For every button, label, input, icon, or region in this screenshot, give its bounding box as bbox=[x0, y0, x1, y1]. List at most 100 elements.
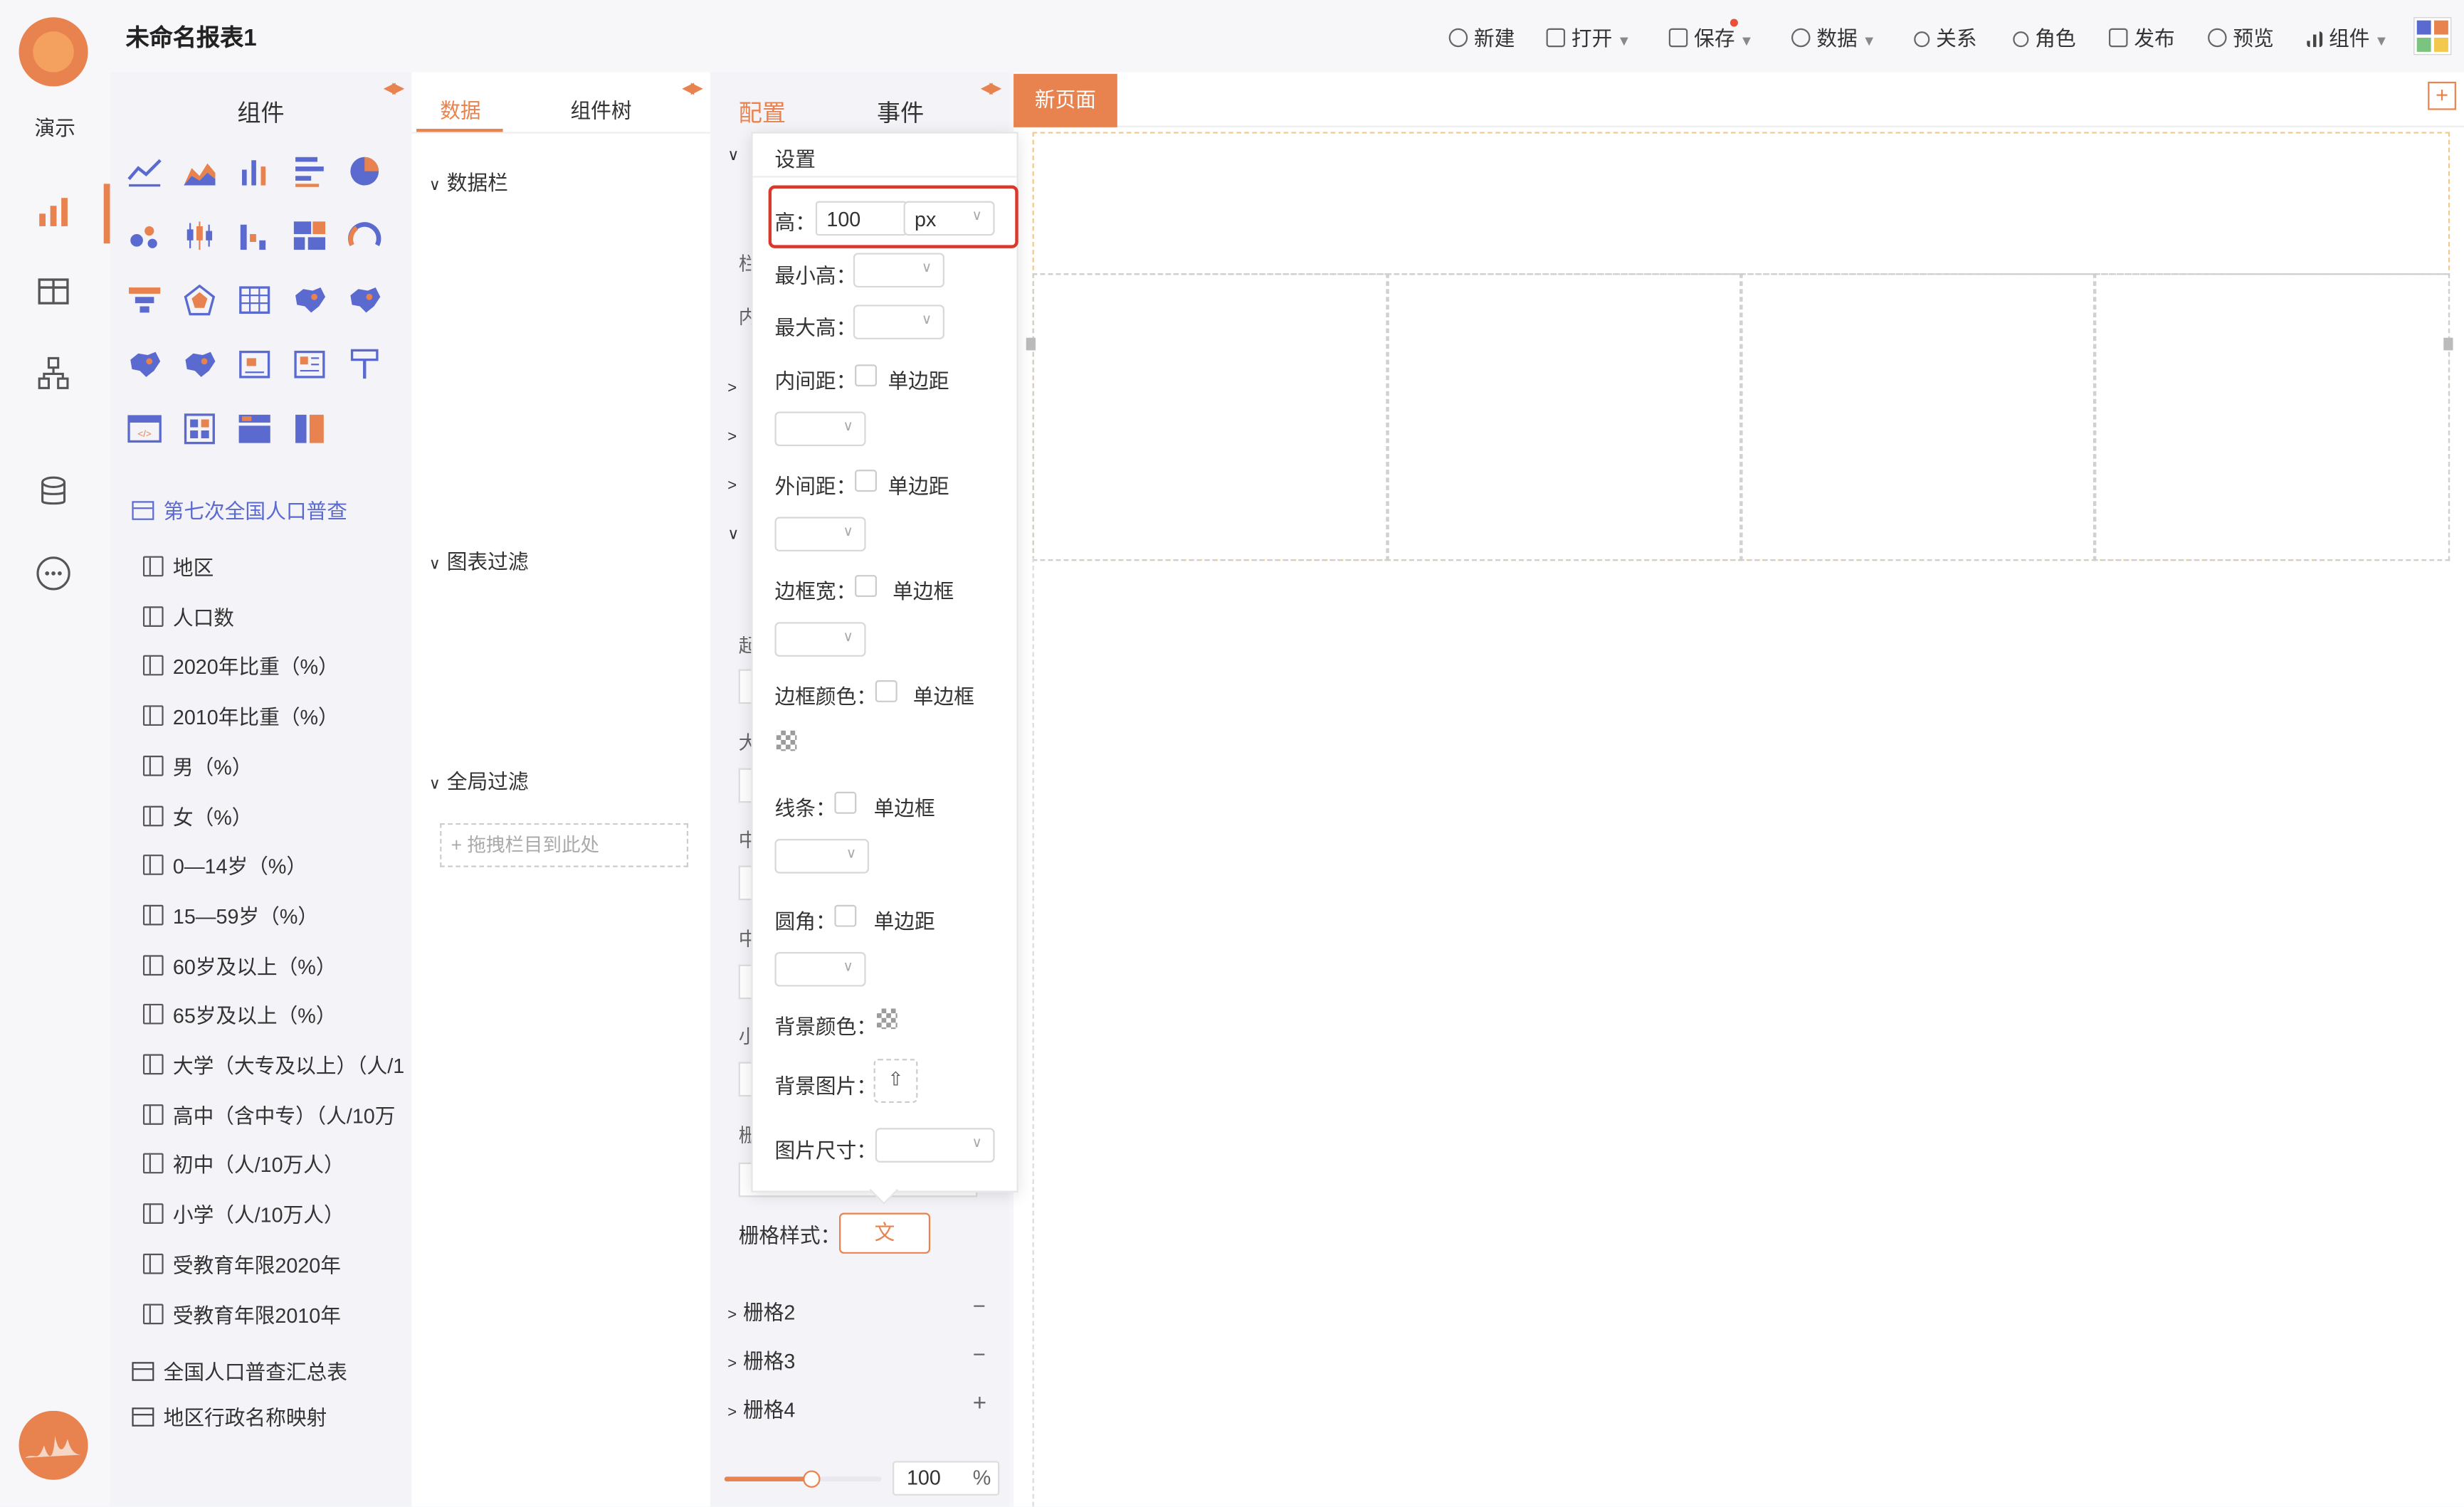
table-summary[interactable]: 全国人口普查汇总表 bbox=[132, 1355, 347, 1385]
field-item[interactable]: 2010年比重（%） bbox=[142, 701, 412, 731]
scatter-chart-icon[interactable] bbox=[127, 218, 162, 253]
tab-config[interactable]: 配置 bbox=[739, 96, 786, 129]
margin-single-checkbox[interactable] bbox=[855, 470, 878, 492]
new-button[interactable]: 新建 bbox=[1448, 22, 1515, 52]
bar-chart-icon[interactable] bbox=[237, 154, 272, 189]
border-width-single-checkbox[interactable] bbox=[855, 575, 878, 598]
relation-nav-icon[interactable] bbox=[38, 356, 69, 391]
remove-grid-3-button[interactable]: − bbox=[973, 1342, 986, 1367]
image-size-select[interactable]: ∨ bbox=[875, 1128, 995, 1163]
page-tab[interactable]: 新页面 bbox=[1013, 73, 1117, 127]
field-item[interactable]: 高中（含中专）（人/10万 bbox=[142, 1099, 412, 1129]
zoom-input[interactable]: 100 % bbox=[893, 1461, 1000, 1496]
field-item[interactable]: 男（%） bbox=[142, 751, 412, 781]
field-item[interactable]: 60岁及以上（%） bbox=[142, 950, 412, 980]
grid-layout-icon[interactable] bbox=[182, 411, 217, 446]
remove-grid-2-button[interactable]: − bbox=[973, 1293, 986, 1318]
report-title[interactable]: 未命名报表1 bbox=[126, 21, 257, 53]
area-chart-icon[interactable] bbox=[182, 154, 217, 189]
open-button[interactable]: 打开 ▼ bbox=[1546, 22, 1631, 52]
collapse-toggle-icon[interactable]: ◀▶ bbox=[981, 80, 1002, 97]
tab-data[interactable]: 数据 bbox=[440, 94, 480, 124]
tabs-layout-icon[interactable] bbox=[237, 411, 272, 446]
line-single-checkbox[interactable] bbox=[834, 791, 857, 814]
add-page-button[interactable]: + bbox=[2428, 81, 2456, 110]
grid-cell-2[interactable] bbox=[1386, 273, 1743, 561]
add-grid-button[interactable]: + bbox=[973, 1390, 986, 1417]
upload-icon[interactable]: ⇧ bbox=[873, 1059, 918, 1103]
china-map-flow-icon[interactable] bbox=[347, 282, 382, 317]
table-region-mapping[interactable]: 地区行政名称映射 bbox=[132, 1401, 327, 1431]
horizontal-bar-icon[interactable] bbox=[293, 154, 327, 189]
field-item[interactable]: 女（%） bbox=[142, 800, 412, 830]
china-map-bubble-icon[interactable] bbox=[182, 347, 217, 382]
section-global-filter[interactable]: ∨ 全局过滤 bbox=[429, 765, 529, 795]
table-icon[interactable] bbox=[237, 282, 272, 317]
tab-component-tree[interactable]: 组件树 bbox=[570, 94, 631, 124]
report-nav-icon[interactable] bbox=[36, 196, 71, 228]
preview-button[interactable]: 预览 bbox=[2208, 22, 2274, 52]
border-color-swatch[interactable] bbox=[776, 730, 797, 751]
image-widget-icon[interactable] bbox=[237, 347, 272, 382]
field-item[interactable]: 地区 bbox=[142, 551, 412, 581]
save-button[interactable]: 保存 ▼ bbox=[1668, 22, 1754, 52]
field-item[interactable]: 15—59岁（%） bbox=[142, 900, 412, 930]
grid-item-3[interactable]: > 栅格3 bbox=[727, 1345, 795, 1375]
grid-item-2[interactable]: > 栅格2 bbox=[727, 1296, 795, 1326]
field-item[interactable]: 初中（人/10万人） bbox=[142, 1149, 412, 1179]
treemap-icon[interactable] bbox=[293, 218, 327, 253]
resize-handle-left[interactable] bbox=[1026, 337, 1036, 351]
margin-select[interactable]: ∨ bbox=[774, 517, 866, 551]
radar-chart-icon[interactable] bbox=[182, 282, 217, 317]
html-widget-icon[interactable]: </> bbox=[127, 411, 162, 446]
tab-events[interactable]: 事件 bbox=[877, 96, 924, 129]
grid-cell-4[interactable] bbox=[2092, 273, 2450, 561]
grid-style-button[interactable]: 文 bbox=[839, 1212, 931, 1254]
collapse-toggle-icon[interactable]: ◀▶ bbox=[384, 80, 405, 97]
grid-item-4[interactable]: > 栅格4 bbox=[727, 1393, 795, 1423]
line-select[interactable]: ∨ bbox=[774, 839, 869, 874]
field-item[interactable]: 人口数 bbox=[142, 601, 412, 631]
border-color-single-checkbox[interactable] bbox=[875, 680, 897, 702]
relation-button[interactable]: 关系 bbox=[1914, 22, 1977, 52]
theme-icon[interactable] bbox=[2413, 17, 2452, 55]
section-chart-filter[interactable]: ∨ 图表过滤 bbox=[429, 545, 529, 575]
data-menu-button[interactable]: 数据 ▼ bbox=[1791, 22, 1876, 52]
field-item[interactable]: 受教育年限2010年 bbox=[142, 1299, 412, 1328]
padding-single-checkbox[interactable] bbox=[855, 364, 878, 387]
user-avatar[interactable] bbox=[19, 1410, 88, 1480]
candlestick-chart-icon[interactable] bbox=[182, 218, 217, 253]
funnel-chart-icon[interactable] bbox=[127, 282, 162, 317]
text-widget-icon[interactable] bbox=[293, 347, 327, 382]
max-height-select[interactable]: ∨ bbox=[853, 305, 944, 339]
database-nav-icon[interactable] bbox=[39, 476, 68, 507]
column-layout-icon[interactable] bbox=[293, 411, 327, 446]
min-height-select[interactable]: ∨ bbox=[853, 253, 944, 288]
section-data-bar[interactable]: ∨ 数据栏 bbox=[429, 166, 508, 196]
field-item[interactable]: 受教育年限2020年 bbox=[142, 1249, 412, 1279]
resize-handle-right[interactable] bbox=[2443, 337, 2453, 351]
field-item[interactable]: 小学（人/10万人） bbox=[142, 1199, 412, 1229]
more-nav-icon[interactable] bbox=[36, 556, 71, 591]
field-item[interactable]: 0—14岁（%） bbox=[142, 850, 412, 880]
line-chart-icon[interactable] bbox=[127, 154, 162, 189]
dataset-header[interactable]: 第七次全国人口普查 bbox=[132, 495, 347, 524]
grid-cell-1[interactable] bbox=[1032, 273, 1389, 561]
china-map-heat-icon[interactable] bbox=[127, 347, 162, 382]
radius-select[interactable]: ∨ bbox=[774, 951, 866, 987]
global-filter-dropzone[interactable]: + 拖拽栏目到此处 bbox=[440, 823, 689, 867]
table-nav-icon[interactable] bbox=[38, 278, 69, 305]
field-item[interactable]: 65岁及以上（%） bbox=[142, 1000, 412, 1030]
china-map-icon[interactable] bbox=[293, 282, 327, 317]
radius-single-checkbox[interactable] bbox=[834, 904, 857, 927]
collapse-toggle-icon[interactable]: ◀▶ bbox=[682, 80, 703, 97]
waterfall-chart-icon[interactable] bbox=[237, 218, 272, 253]
border-width-select[interactable]: ∨ bbox=[774, 622, 866, 657]
role-button[interactable]: 角色 bbox=[2013, 22, 2076, 52]
components-menu-button[interactable]: 组件 ▼ bbox=[2307, 22, 2389, 52]
brush-icon[interactable] bbox=[347, 347, 382, 382]
publish-button[interactable]: 发布 bbox=[2109, 22, 2175, 52]
field-item[interactable]: 大学（大专及以上）（人/1 bbox=[142, 1049, 412, 1079]
padding-select[interactable]: ∨ bbox=[774, 411, 866, 447]
bg-color-swatch[interactable] bbox=[877, 1008, 897, 1030]
